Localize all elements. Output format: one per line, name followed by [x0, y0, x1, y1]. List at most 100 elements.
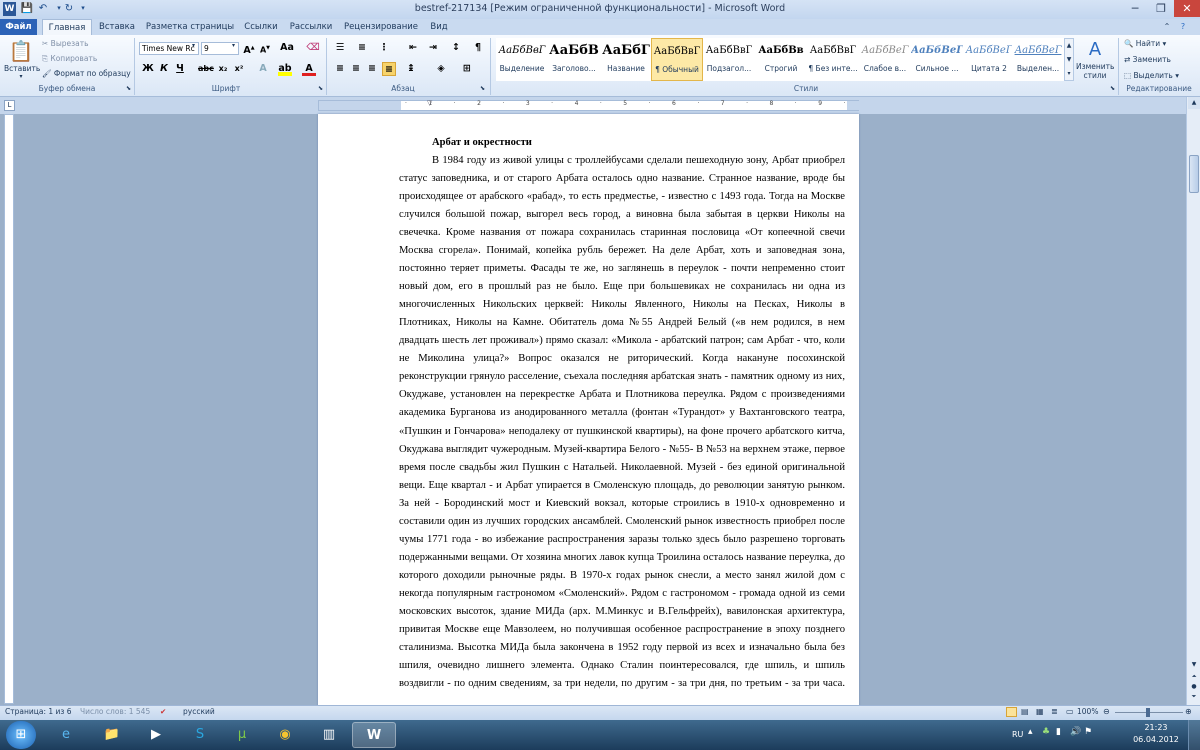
subscript-icon[interactable]: x₂: [216, 62, 230, 76]
show-desktop-button[interactable]: [1188, 720, 1200, 750]
text-effects-icon[interactable]: A: [256, 62, 270, 76]
copy-button[interactable]: ⎘ Копировать: [42, 54, 97, 64]
media-player-icon[interactable]: ▶: [134, 722, 178, 748]
horizontal-ruler[interactable]: ·1·2·3·4·5·6·7·8·9·10·11·12·13·14·15·16·…: [318, 99, 859, 111]
align-center-icon[interactable]: ≡: [349, 62, 363, 76]
shading-icon[interactable]: ◈: [434, 62, 448, 76]
scroll-up-icon[interactable]: ▲: [1188, 97, 1200, 109]
word-taskbar-icon[interactable]: W: [352, 722, 396, 748]
style-intense-emphasis[interactable]: АаБбВеГ Сильное ...: [911, 38, 963, 81]
style-subtitle[interactable]: АаБбВвГ Подзагол...: [703, 38, 755, 81]
full-screen-reading-icon[interactable]: ▤: [1021, 707, 1029, 716]
multilevel-list-icon[interactable]: ⋮: [377, 41, 391, 55]
font-family-dropdown-icon[interactable]: ▾: [192, 42, 195, 49]
styles-launcher-icon[interactable]: ⬊: [1110, 85, 1115, 92]
change-case-icon[interactable]: Aa: [280, 41, 294, 55]
show-hidden-icons-icon[interactable]: ▴: [1028, 727, 1033, 737]
draft-view-icon[interactable]: ▭: [1066, 707, 1074, 716]
font-launcher-icon[interactable]: ⬊: [318, 85, 323, 92]
font-size-dropdown-icon[interactable]: ▾: [232, 42, 235, 49]
tab-view[interactable]: Вид: [425, 19, 453, 35]
clock-time[interactable]: 21:23: [1130, 723, 1182, 732]
replace-button[interactable]: ⇄ Заменить: [1124, 55, 1171, 64]
chrome-icon[interactable]: ◉: [263, 722, 307, 748]
tab-selector-icon[interactable]: L: [4, 100, 15, 111]
style-title[interactable]: АаБбГ Название: [600, 38, 652, 81]
zoom-out-icon[interactable]: ⊖: [1103, 707, 1110, 716]
input-language[interactable]: RU: [1012, 730, 1023, 739]
network-icon[interactable]: ▮: [1056, 727, 1061, 737]
styles-scroll[interactable]: ▲ ▼ ▾: [1064, 38, 1074, 81]
font-color-icon[interactable]: A: [302, 62, 316, 76]
outline-view-icon[interactable]: ≣: [1051, 707, 1058, 716]
start-button-icon[interactable]: ⊞: [6, 721, 36, 749]
change-styles-button[interactable]: A Изменить стили: [1076, 38, 1114, 84]
tab-home[interactable]: Главная: [42, 19, 92, 36]
format-painter-button[interactable]: 🖌 Формат по образцу: [42, 69, 131, 78]
tab-page-layout[interactable]: Разметка страницы: [145, 19, 235, 35]
zoom-level[interactable]: 100%: [1077, 707, 1098, 716]
style-intense-reference[interactable]: АаБбВеГ Выделен...: [1012, 38, 1064, 81]
grow-font-icon[interactable]: A▲: [242, 41, 256, 56]
skype-icon[interactable]: S: [178, 722, 222, 748]
next-page-icon[interactable]: ⏷: [1188, 693, 1200, 703]
first-line-indent-marker[interactable]: ▽: [427, 99, 432, 107]
italic-icon[interactable]: К: [157, 62, 171, 76]
tab-mailings[interactable]: Рассылки: [287, 19, 335, 35]
action-center-icon[interactable]: ⚑: [1084, 727, 1092, 737]
find-button[interactable]: 🔍 Найти ▾: [1124, 39, 1166, 48]
tray-app-icon[interactable]: ♣: [1042, 727, 1050, 737]
print-layout-icon[interactable]: [1006, 707, 1017, 717]
word-count[interactable]: Число слов: 1 545: [80, 707, 150, 716]
paste-button[interactable]: 📋 Вставить ▾: [4, 38, 40, 82]
minimize-ribbon-icon[interactable]: ⌃: [1160, 19, 1174, 35]
underline-icon[interactable]: Ч: [173, 62, 187, 76]
previous-page-icon[interactable]: ⏶: [1188, 673, 1200, 683]
clear-formatting-icon[interactable]: ⌫: [306, 41, 320, 55]
tab-references[interactable]: Ссылки: [240, 19, 282, 35]
maximize-icon[interactable]: ❐: [1148, 0, 1174, 17]
bullets-icon[interactable]: ☰: [333, 41, 347, 55]
clock-date[interactable]: 06.04.2012: [1130, 735, 1182, 744]
tab-review[interactable]: Рецензирование: [343, 19, 419, 35]
justify-icon[interactable]: ≡: [382, 62, 396, 76]
style-subtle-emphasis[interactable]: АаБбВеГ Слабое в...: [859, 38, 911, 81]
style-emphasis[interactable]: АаБбВвГ Выделение: [496, 38, 548, 81]
style-quote2[interactable]: АаБбВеГ Цитата 2: [963, 38, 1015, 81]
line-spacing-icon[interactable]: ↨: [404, 62, 418, 76]
browse-object-icon[interactable]: ●: [1188, 683, 1200, 693]
web-layout-icon[interactable]: ▦: [1036, 707, 1044, 716]
language-indicator[interactable]: русский: [183, 707, 215, 716]
proofing-icon[interactable]: ✔: [160, 707, 166, 716]
minimize-icon[interactable]: ─: [1122, 0, 1148, 17]
scroll-thumb[interactable]: [1189, 155, 1199, 193]
style-strong[interactable]: АаБбВв Строгий: [755, 38, 807, 81]
numbering-icon[interactable]: ≡: [355, 41, 369, 55]
style-no-spacing[interactable]: АаБбВвГ ¶ Без инте...: [807, 38, 859, 81]
clipboard-launcher-icon[interactable]: ⬊: [126, 85, 131, 92]
increase-indent-icon[interactable]: ⇥: [426, 41, 440, 55]
document-page[interactable]: Арбат и окрестности В 1984 году из живой…: [318, 114, 859, 714]
tab-file[interactable]: Файл: [0, 19, 37, 35]
cut-button[interactable]: ✂ Вырезать: [42, 39, 89, 48]
tab-insert[interactable]: Вставка: [96, 19, 138, 35]
close-icon[interactable]: ✕: [1174, 0, 1200, 17]
align-left-icon[interactable]: ≡: [333, 62, 347, 76]
winrar-icon[interactable]: ▥: [307, 722, 351, 748]
font-family-select[interactable]: Times New Rc: [139, 42, 199, 55]
decrease-indent-icon[interactable]: ⇤: [406, 41, 420, 55]
show-marks-icon[interactable]: ¶: [471, 41, 485, 55]
shrink-font-icon[interactable]: A▼: [258, 41, 272, 55]
help-icon[interactable]: ?: [1176, 19, 1190, 35]
select-button[interactable]: ⬚ Выделить ▾: [1124, 71, 1179, 80]
zoom-slider-thumb[interactable]: [1146, 708, 1150, 717]
borders-icon[interactable]: ⊞: [460, 62, 474, 76]
internet-explorer-icon[interactable]: e: [44, 722, 88, 748]
strikethrough-icon[interactable]: abc: [198, 62, 214, 76]
paragraph-launcher-icon[interactable]: ⬊: [480, 85, 485, 92]
scroll-down-icon[interactable]: ▼: [1188, 659, 1200, 670]
utorrent-icon[interactable]: µ: [220, 722, 264, 748]
align-right-icon[interactable]: ≡: [365, 62, 379, 76]
superscript-icon[interactable]: x²: [232, 62, 246, 76]
sort-icon[interactable]: ↕: [449, 41, 463, 55]
